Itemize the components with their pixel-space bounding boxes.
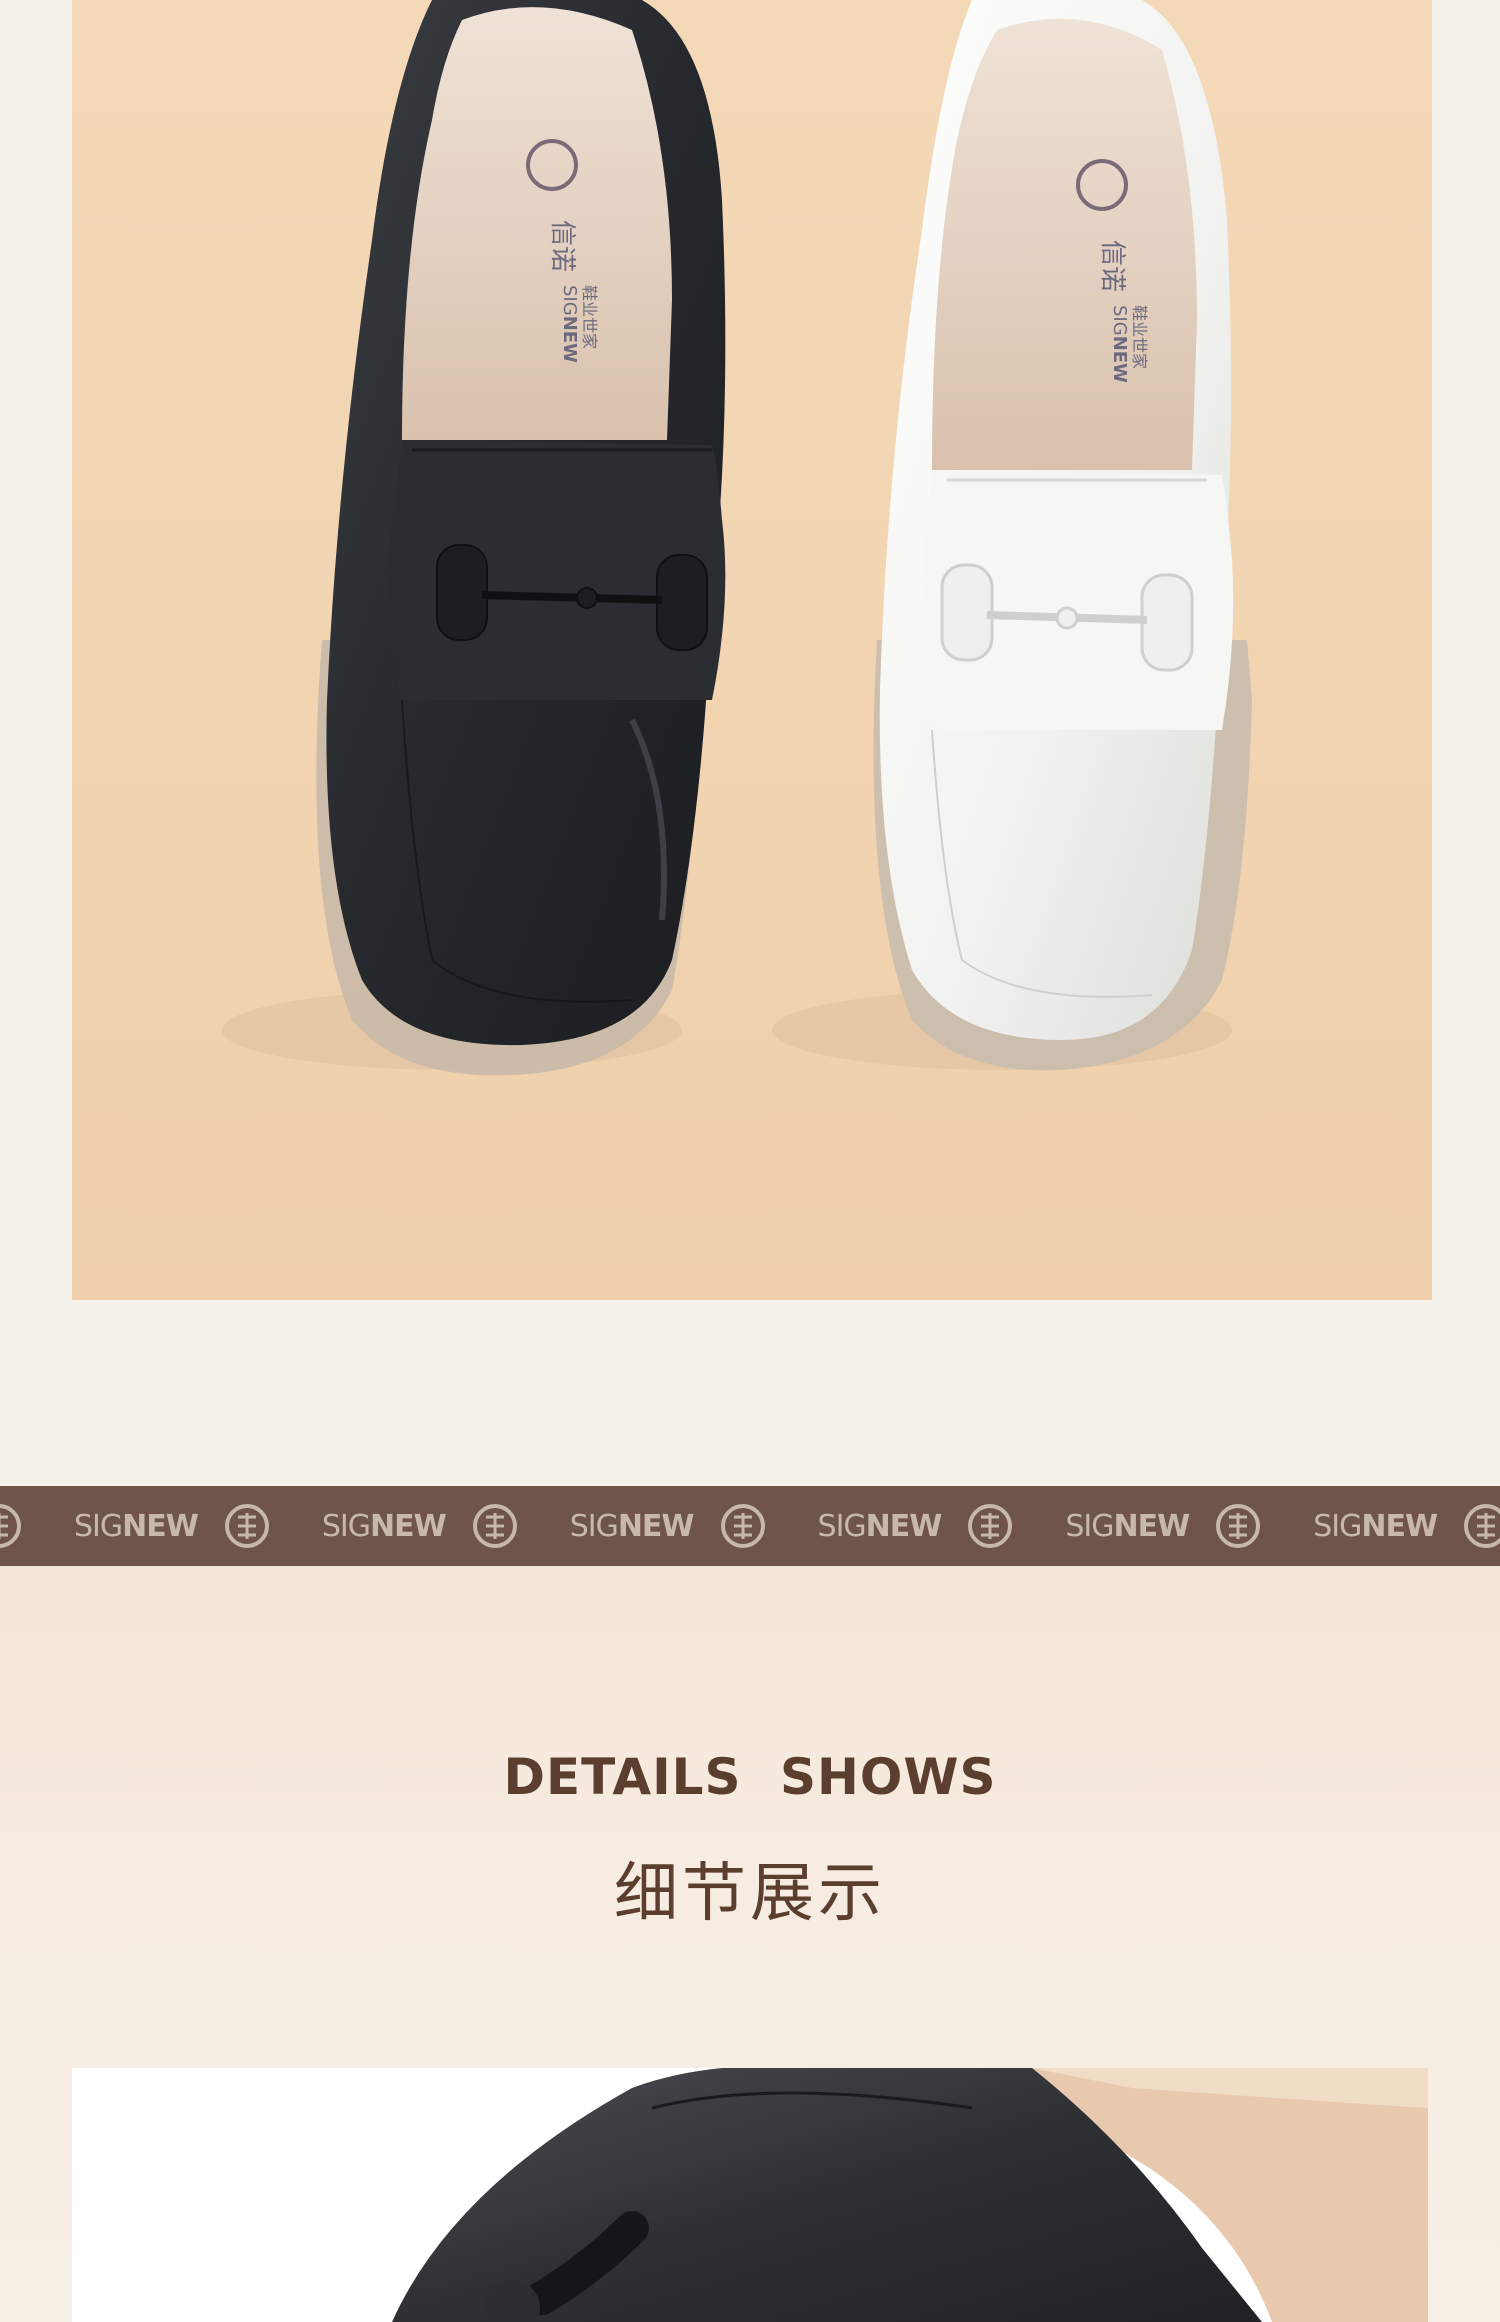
brand-wordmark: SIGNEW [569, 1508, 695, 1544]
white-loafer: 信诺 鞋业世家 SIGNEW [873, 0, 1252, 1071]
detail-photo [72, 2068, 1428, 2322]
brand-strip-unit: SIGNEW [74, 1503, 270, 1549]
details-title-zh: 细节展示 [614, 1857, 886, 1931]
insole-brand-zh: 信诺 [547, 220, 577, 272]
brand-strip-unit [0, 1503, 22, 1549]
brand-wordmark: SIGNEW [1313, 1508, 1438, 1544]
signew-seal-icon [0, 1504, 21, 1548]
signew-seal-icon [1216, 1504, 1261, 1548]
brand-strip: SIGNEW SIGNEW SIGNEW SIGNEW SIGNEW SIGNE… [0, 1486, 1500, 1566]
brand-wordmark: SIGNEW [321, 1508, 447, 1544]
loafers-illustration: 信诺 鞋业世家 SIGNEW 信诺 鞋业世家 SIGNEW [222, 0, 1252, 1076]
brand-strip-unit: SIGNEW [1065, 1503, 1261, 1549]
signew-seal-icon [968, 1504, 1013, 1548]
black-loafer: 信诺 鞋业世家 SIGNEW [316, 0, 726, 1076]
signew-seal-icon [720, 1504, 765, 1548]
insole-brand-en: SIGNEW [559, 285, 580, 363]
signew-seal-icon [1464, 1504, 1500, 1548]
brand-wordmark: SIGNEW [1065, 1508, 1190, 1544]
details-title-en: DETAILS SHOWS [503, 1748, 997, 1806]
brand-strip-unit: SIGNEW [322, 1503, 518, 1549]
brand-strip-unit: SIGNEW [1313, 1503, 1500, 1549]
signew-seal-icon [472, 1504, 517, 1548]
brand-wordmark: SIGNEW [817, 1508, 943, 1544]
brand-wordmark: SIGNEW [74, 1508, 199, 1544]
insole-brand-zh-2: 信诺 [1097, 240, 1127, 292]
brand-strip-unit: SIGNEW [570, 1503, 766, 1549]
product-photo-pair: 信诺 鞋业世家 SIGNEW 信诺 鞋业世家 SIGNEW [72, 0, 1432, 1300]
brand-strip-unit: SIGNEW [818, 1503, 1014, 1549]
insole-brand-en-2: SIGNEW [1109, 305, 1130, 383]
insole-tagline-zh-2: 鞋业世家 [1130, 305, 1149, 369]
insole-tagline-zh: 鞋业世家 [580, 285, 599, 349]
signew-seal-icon [224, 1504, 269, 1548]
loafer-closeup-illustration [72, 2068, 1428, 2322]
